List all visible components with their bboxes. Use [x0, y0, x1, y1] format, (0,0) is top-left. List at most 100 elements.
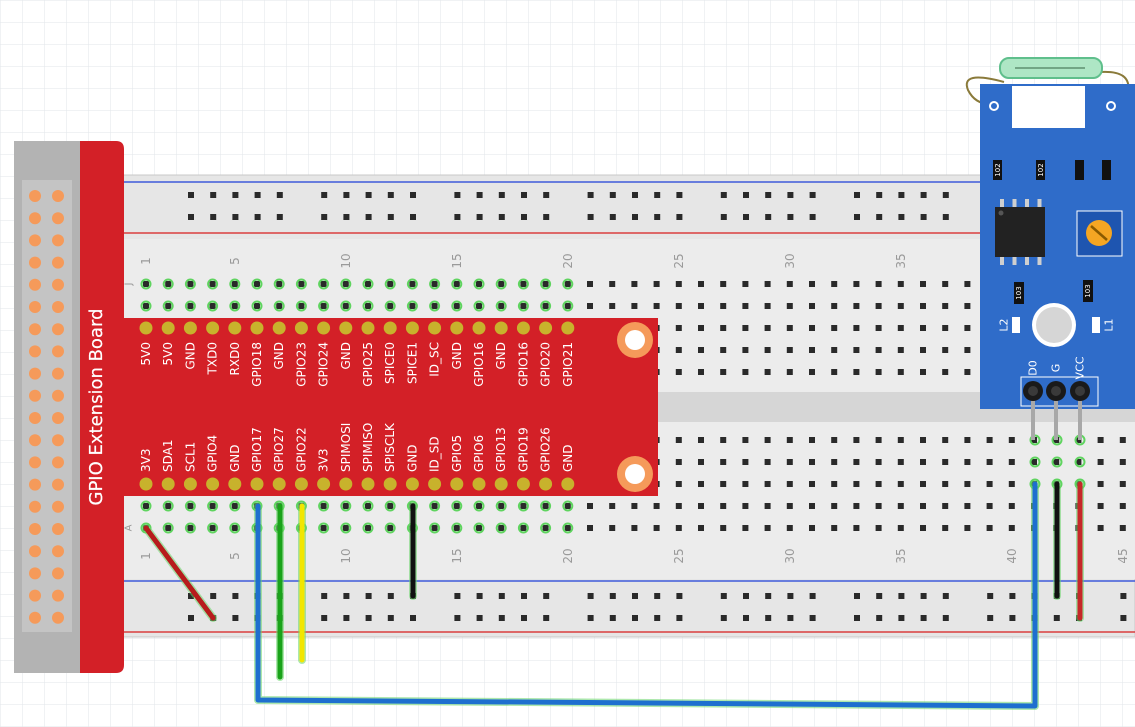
header-pin: [52, 256, 64, 269]
rail-hole: [476, 593, 483, 599]
rail-hole: [654, 593, 661, 599]
breadboard-hole: [653, 525, 660, 531]
header-pin: [52, 190, 64, 202]
header-pin: [29, 301, 41, 313]
gpio-pin-label: SPIMISO: [361, 423, 375, 472]
breadboard-hole: [897, 347, 904, 353]
gpio-pin: [472, 321, 486, 335]
breadboard-hole: [764, 325, 771, 331]
rail-hole: [720, 214, 727, 220]
rail-hole: [898, 615, 905, 621]
breadboard-hole: [1097, 459, 1104, 465]
breadboard-hole: [720, 325, 727, 331]
gpio-pin-label: 3V3: [139, 449, 153, 472]
gpio-pin: [228, 477, 242, 491]
breadboard-hole: [675, 325, 682, 331]
rail-hole: [343, 615, 350, 621]
breadboard-hole: [631, 303, 638, 309]
breadboard-hole: [698, 459, 704, 465]
gpio-pin: [183, 321, 197, 335]
breadboard-hole: [165, 503, 172, 509]
breadboard-hole: [1119, 481, 1126, 487]
rail-hole: [410, 214, 416, 220]
gpio-pin: [405, 477, 419, 491]
breadboard-hole: [276, 281, 283, 287]
breadboard-hole: [942, 525, 949, 531]
column-number: 5: [228, 257, 242, 265]
chip-leg: [1037, 199, 1042, 207]
header-pin: [52, 323, 64, 336]
breadboard-hole: [453, 525, 460, 531]
rail-hole: [521, 615, 527, 621]
breadboard-hole: [920, 459, 926, 465]
breadboard-hole: [653, 303, 660, 309]
chip-leg: [1012, 199, 1017, 207]
gpio-pin-label: GPIO25: [361, 342, 375, 387]
gpio-pin-label: GPIO16: [516, 342, 530, 387]
breadboard-hole: [942, 325, 949, 331]
gpio-pin: [539, 321, 553, 335]
breadboard-hole: [964, 325, 971, 331]
breadboard-hole: [453, 303, 460, 309]
breadboard-hole: [809, 437, 815, 443]
header-pin: [52, 434, 64, 447]
gpio-pin: [294, 321, 308, 335]
header-pin: [29, 367, 41, 380]
breadboard-hole: [1008, 459, 1015, 465]
breadboard-hole: [342, 281, 349, 287]
breadboard-hole: [431, 303, 438, 309]
breadboard-hole: [631, 281, 638, 287]
chip-leg: [1037, 257, 1042, 265]
breadboard-hole: [320, 503, 327, 509]
breadboard-hole: [920, 347, 926, 353]
gpio-pin-label: GPIO19: [516, 427, 530, 472]
breadboard-hole: [587, 303, 593, 309]
gpio-pin-label: GND: [405, 444, 419, 472]
rail-hole: [743, 214, 749, 220]
breadboard-hole: [698, 347, 704, 353]
chip-leg: [1000, 257, 1004, 265]
rail-hole: [609, 214, 616, 220]
led-l2: [1012, 317, 1020, 333]
breadboard-hole: [964, 525, 971, 531]
breadboard-hole: [631, 503, 638, 509]
breadboard-hole: [720, 303, 727, 309]
rail-hole: [276, 192, 283, 198]
breadboard-hole: [365, 303, 371, 309]
header-pin: [29, 589, 41, 602]
breadboard-hole: [720, 481, 727, 487]
breadboard-hole: [742, 459, 749, 465]
gpio-pin: [139, 477, 153, 491]
rail-hole: [543, 593, 550, 599]
breadboard-hole: [498, 303, 505, 309]
breadboard-hole: [786, 525, 793, 531]
led-l1-label: L1: [1103, 318, 1116, 331]
breadboard-hole: [897, 303, 904, 309]
breadboard-hole: [698, 281, 704, 287]
rail-hole: [787, 615, 794, 621]
breadboard-hole: [742, 369, 749, 375]
gpio-pin-label: GND: [561, 444, 575, 472]
breadboard-hole: [809, 347, 815, 353]
rail-hole: [787, 192, 794, 198]
column-number: 30: [783, 548, 797, 563]
rail-hole: [387, 615, 394, 621]
rail-hole: [276, 214, 283, 220]
breadboard-hole: [853, 347, 860, 353]
breadboard-hole: [742, 503, 749, 509]
gpio-pin: [272, 477, 286, 491]
rail-hole: [787, 214, 794, 220]
breadboard-hole: [254, 281, 260, 287]
rail-hole: [454, 593, 461, 599]
breadboard-hole: [720, 525, 727, 531]
breadboard-hole: [165, 525, 172, 531]
breadboard-hole: [853, 281, 860, 287]
breadboard-hole: [853, 303, 860, 309]
breadboard-hole: [365, 503, 371, 509]
breadboard-hole: [675, 303, 682, 309]
column-number: 30: [783, 253, 797, 268]
breadboard-hole: [942, 503, 949, 509]
reed-sensor-module: 102 102 103 103 L2 L1 D0 G VCC: [965, 57, 1135, 440]
breadboard-hole: [875, 481, 882, 487]
breadboard-hole: [853, 369, 860, 375]
